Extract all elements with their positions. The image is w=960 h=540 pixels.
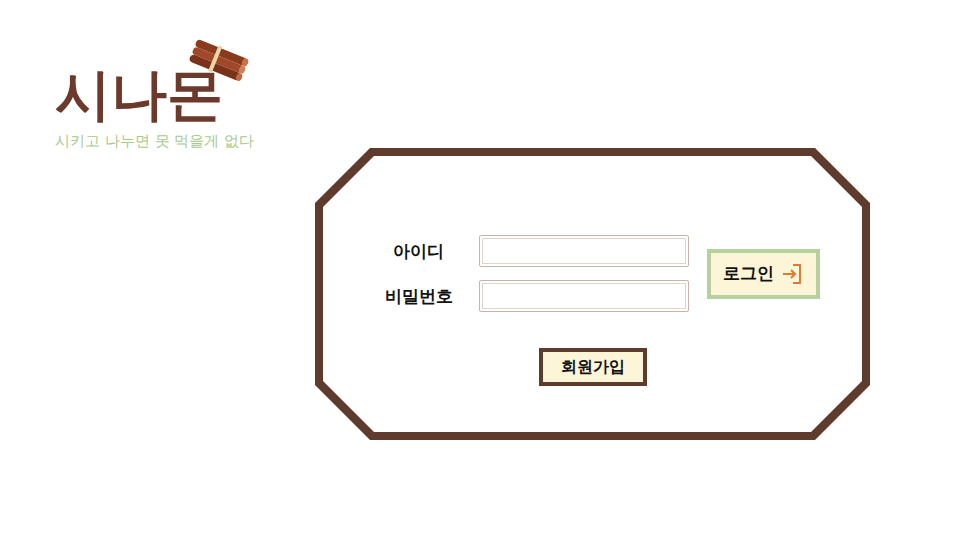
logo-tagline: 시키고 나누면 못 먹을게 없다 bbox=[55, 132, 315, 151]
login-button[interactable]: 로그인 bbox=[707, 249, 820, 299]
field-label: 아이디 bbox=[374, 240, 464, 263]
cinnamon-stick-icon bbox=[187, 38, 249, 82]
login-arrow-icon bbox=[780, 262, 804, 286]
login-row: 아이디비밀번호 로그인 bbox=[374, 235, 820, 312]
logo-title: 시나몬 bbox=[55, 64, 315, 126]
field-label: 비밀번호 bbox=[374, 285, 464, 308]
field-input[interactable] bbox=[479, 235, 689, 267]
login-label: 로그인 bbox=[723, 262, 774, 285]
login-fields: 아이디비밀번호 bbox=[374, 235, 689, 312]
signup-button[interactable]: 회원가입 bbox=[539, 348, 647, 386]
field-input[interactable] bbox=[479, 280, 689, 312]
brand: 시나몬시키고 나누면 못 먹을게 없다 bbox=[55, 0, 315, 151]
form-field: 아이디 bbox=[374, 235, 689, 267]
login-panel-body: 아이디비밀번호 로그인회원가입 bbox=[323, 156, 862, 432]
login-page: 시나몬시키고 나누면 못 먹을게 없다아이디비밀번호 로그인회원가입 bbox=[0, 0, 960, 540]
form-field: 비밀번호 bbox=[374, 280, 689, 312]
login-panel: 아이디비밀번호 로그인회원가입 bbox=[315, 148, 870, 440]
